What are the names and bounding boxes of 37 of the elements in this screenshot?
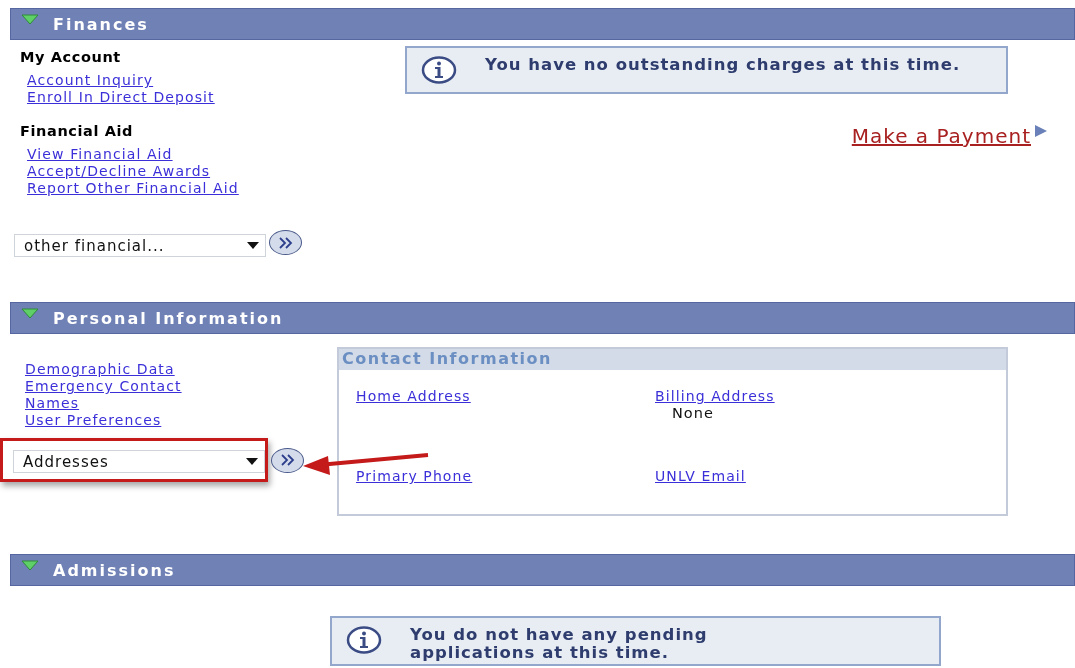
- link[interactable]: User Preferences: [25, 412, 162, 429]
- expand-triangle-icon[interactable]: [21, 14, 39, 26]
- info-message: You do not have any pending applications at this time.: [410, 626, 709, 662]
- link[interactable]: Emergency Contact: [25, 378, 182, 395]
- link[interactable]: Demographic Data: [25, 361, 175, 378]
- section-title: Personal Information: [53, 308, 284, 328]
- dropdown[interactable]: Addresses: [13, 450, 265, 473]
- link[interactable]: Accept/Decline Awards: [27, 163, 211, 180]
- go-button[interactable]: [269, 230, 302, 255]
- group-heading: My Account: [20, 49, 122, 66]
- expand-triangle-icon[interactable]: [21, 308, 39, 320]
- make-payment-link[interactable]: Make a Payment: [851, 124, 1031, 148]
- info-icon: [346, 626, 382, 654]
- info-icon: [421, 56, 457, 84]
- double-chevron-icon: [277, 235, 294, 250]
- contact-link[interactable]: Primary Phone: [356, 468, 473, 485]
- link[interactable]: Enroll In Direct Deposit: [27, 89, 215, 106]
- info-message: You have no outstanding charges at this time.: [485, 56, 961, 74]
- expand-triangle-icon[interactable]: [21, 560, 39, 572]
- link[interactable]: Report Other Financial Aid: [27, 180, 239, 197]
- contact-link[interactable]: Billing Address: [655, 388, 775, 405]
- dropdown[interactable]: other financial...: [14, 234, 266, 257]
- link[interactable]: Account Inquiry: [27, 72, 154, 89]
- contact-link[interactable]: UNLV Email: [655, 468, 746, 485]
- group-heading: Financial Aid: [20, 123, 135, 140]
- section-title: Admissions: [53, 560, 176, 580]
- triangle-icon: [1034, 124, 1048, 138]
- section-title: Finances: [53, 14, 149, 34]
- field-value: None: [672, 405, 715, 422]
- contact-link[interactable]: Home Address: [356, 388, 471, 405]
- panel-title: Contact Information: [339, 349, 1006, 370]
- caret-icon: [247, 242, 259, 249]
- link[interactable]: View Financial Aid: [27, 146, 173, 163]
- caret-icon: [246, 458, 258, 465]
- go-button[interactable]: [271, 447, 304, 473]
- link[interactable]: Names: [25, 395, 80, 412]
- double-chevron-icon: [279, 453, 296, 467]
